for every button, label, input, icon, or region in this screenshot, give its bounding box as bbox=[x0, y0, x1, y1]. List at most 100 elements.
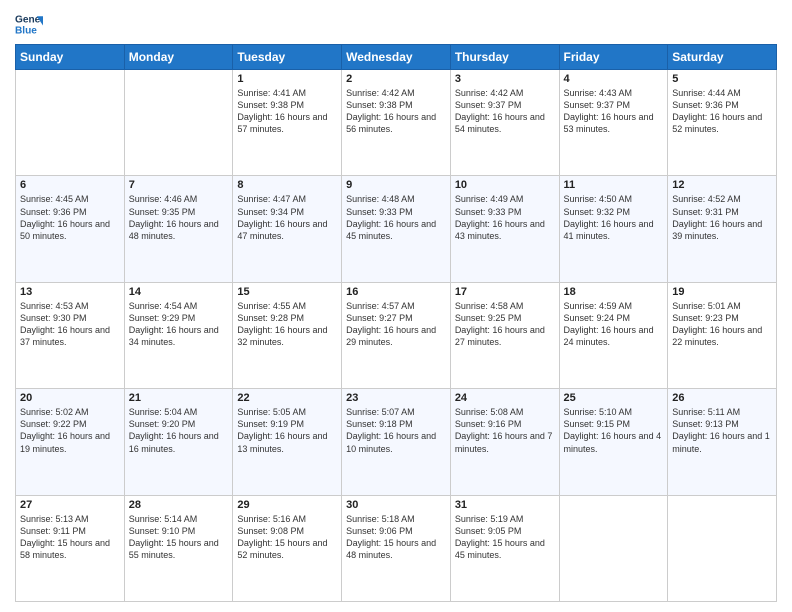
day-info: Sunrise: 4:54 AM Sunset: 9:29 PM Dayligh… bbox=[129, 300, 229, 349]
week-row-2: 6 Sunrise: 4:45 AM Sunset: 9:36 PM Daylig… bbox=[16, 176, 777, 282]
day-number: 10 bbox=[455, 179, 555, 191]
day-number: 25 bbox=[564, 392, 664, 404]
calendar-table: SundayMondayTuesdayWednesdayThursdayFrid… bbox=[15, 44, 777, 602]
day-number: 19 bbox=[672, 286, 772, 298]
day-number: 12 bbox=[672, 179, 772, 191]
day-info: Sunrise: 4:50 AM Sunset: 9:32 PM Dayligh… bbox=[564, 193, 664, 242]
calendar-cell: 17Sunrise: 4:58 AM Sunset: 9:25 PM Dayli… bbox=[450, 282, 559, 388]
calendar-cell: 8 Sunrise: 4:47 AM Sunset: 9:34 PM Daylig… bbox=[233, 176, 342, 282]
weekday-header-row: SundayMondayTuesdayWednesdayThursdayFrid… bbox=[16, 45, 777, 70]
day-info: Sunrise: 5:08 AM Sunset: 9:16 PM Dayligh… bbox=[455, 406, 555, 455]
calendar-cell: 26 Sunrise: 5:11 AM Sunset: 9:13 PM Dayli… bbox=[668, 389, 777, 495]
day-number: 14 bbox=[129, 286, 229, 298]
day-info: Sunrise: 4:47 AM Sunset: 9:34 PM Dayligh… bbox=[237, 193, 337, 242]
day-info: Sunrise: 5:13 AM Sunset: 9:11 PM Dayligh… bbox=[20, 513, 120, 562]
day-info: Sunrise: 4:49 AM Sunset: 9:33 PM Dayligh… bbox=[455, 193, 555, 242]
calendar-cell: 30 Sunrise: 5:18 AM Sunset: 9:06 PM Dayli… bbox=[342, 495, 451, 601]
calendar-cell bbox=[668, 495, 777, 601]
day-number: 20 bbox=[20, 392, 120, 404]
day-number: 16 bbox=[346, 286, 446, 298]
calendar-cell: 25 Sunrise: 5:10 AM Sunset: 9:15 PM Dayli… bbox=[559, 389, 668, 495]
calendar-cell: 27Sunrise: 5:13 AM Sunset: 9:11 PM Dayli… bbox=[16, 495, 125, 601]
day-number: 3 bbox=[455, 73, 555, 85]
week-row-3: 13Sunrise: 4:53 AM Sunset: 9:30 PM Dayli… bbox=[16, 282, 777, 388]
svg-text:General: General bbox=[15, 14, 43, 25]
logo: General Blue bbox=[15, 10, 43, 38]
calendar-cell: 28 Sunrise: 5:14 AM Sunset: 9:10 PM Dayli… bbox=[124, 495, 233, 601]
day-info: Sunrise: 4:43 AM Sunset: 9:37 PM Dayligh… bbox=[564, 87, 664, 136]
day-number: 15 bbox=[237, 286, 337, 298]
calendar-cell: 15Sunrise: 4:55 AM Sunset: 9:28 PM Dayli… bbox=[233, 282, 342, 388]
day-number: 17 bbox=[455, 286, 555, 298]
day-info: Sunrise: 4:45 AM Sunset: 9:36 PM Dayligh… bbox=[20, 193, 120, 242]
day-info: Sunrise: 5:14 AM Sunset: 9:10 PM Dayligh… bbox=[129, 513, 229, 562]
calendar-cell: 24 Sunrise: 5:08 AM Sunset: 9:16 PM Dayli… bbox=[450, 389, 559, 495]
calendar-cell: 6 Sunrise: 4:45 AM Sunset: 9:36 PM Daylig… bbox=[16, 176, 125, 282]
calendar-cell: 23 Sunrise: 5:07 AM Sunset: 9:18 PM Dayli… bbox=[342, 389, 451, 495]
calendar-cell: 3Sunrise: 4:42 AM Sunset: 9:37 PM Daylig… bbox=[450, 70, 559, 176]
day-info: Sunrise: 5:18 AM Sunset: 9:06 PM Dayligh… bbox=[346, 513, 446, 562]
calendar-cell bbox=[124, 70, 233, 176]
week-row-1: 1 Sunrise: 4:41 AM Sunset: 9:38 PM Daylig… bbox=[16, 70, 777, 176]
calendar-cell: 2Sunrise: 4:42 AM Sunset: 9:38 PM Daylig… bbox=[342, 70, 451, 176]
day-info: Sunrise: 5:11 AM Sunset: 9:13 PM Dayligh… bbox=[672, 406, 772, 455]
week-row-5: 27Sunrise: 5:13 AM Sunset: 9:11 PM Dayli… bbox=[16, 495, 777, 601]
day-info: Sunrise: 5:01 AM Sunset: 9:23 PM Dayligh… bbox=[672, 300, 772, 349]
day-info: Sunrise: 4:46 AM Sunset: 9:35 PM Dayligh… bbox=[129, 193, 229, 242]
calendar-cell: 13Sunrise: 4:53 AM Sunset: 9:30 PM Dayli… bbox=[16, 282, 125, 388]
page: General Blue SundayMondayTuesdayWednesda… bbox=[0, 0, 792, 612]
day-number: 21 bbox=[129, 392, 229, 404]
calendar-cell: 5Sunrise: 4:44 AM Sunset: 9:36 PM Daylig… bbox=[668, 70, 777, 176]
calendar-cell: 31Sunrise: 5:19 AM Sunset: 9:05 PM Dayli… bbox=[450, 495, 559, 601]
weekday-header-thursday: Thursday bbox=[450, 45, 559, 70]
day-info: Sunrise: 4:57 AM Sunset: 9:27 PM Dayligh… bbox=[346, 300, 446, 349]
day-info: Sunrise: 4:52 AM Sunset: 9:31 PM Dayligh… bbox=[672, 193, 772, 242]
day-number: 24 bbox=[455, 392, 555, 404]
day-number: 22 bbox=[237, 392, 337, 404]
week-row-4: 20 Sunrise: 5:02 AM Sunset: 9:22 PM Dayli… bbox=[16, 389, 777, 495]
day-number: 30 bbox=[346, 499, 446, 511]
day-number: 26 bbox=[672, 392, 772, 404]
calendar-cell: 22 Sunrise: 5:05 AM Sunset: 9:19 PM Dayli… bbox=[233, 389, 342, 495]
calendar-cell: 21 Sunrise: 5:04 AM Sunset: 9:20 PM Dayli… bbox=[124, 389, 233, 495]
day-info: Sunrise: 5:10 AM Sunset: 9:15 PM Dayligh… bbox=[564, 406, 664, 455]
day-info: Sunrise: 4:48 AM Sunset: 9:33 PM Dayligh… bbox=[346, 193, 446, 242]
svg-text:Blue: Blue bbox=[15, 25, 37, 36]
day-info: Sunrise: 4:59 AM Sunset: 9:24 PM Dayligh… bbox=[564, 300, 664, 349]
day-info: Sunrise: 4:41 AM Sunset: 9:38 PM Dayligh… bbox=[237, 87, 337, 136]
calendar-cell: 4 Sunrise: 4:43 AM Sunset: 9:37 PM Daylig… bbox=[559, 70, 668, 176]
day-number: 13 bbox=[20, 286, 120, 298]
day-number: 1 bbox=[237, 73, 337, 85]
calendar-cell: 7Sunrise: 4:46 AM Sunset: 9:35 PM Daylig… bbox=[124, 176, 233, 282]
day-info: Sunrise: 5:04 AM Sunset: 9:20 PM Dayligh… bbox=[129, 406, 229, 455]
calendar-cell: 1 Sunrise: 4:41 AM Sunset: 9:38 PM Daylig… bbox=[233, 70, 342, 176]
weekday-header-friday: Friday bbox=[559, 45, 668, 70]
day-number: 29 bbox=[237, 499, 337, 511]
day-info: Sunrise: 5:07 AM Sunset: 9:18 PM Dayligh… bbox=[346, 406, 446, 455]
calendar-cell: 9Sunrise: 4:48 AM Sunset: 9:33 PM Daylig… bbox=[342, 176, 451, 282]
day-number: 11 bbox=[564, 179, 664, 191]
weekday-header-monday: Monday bbox=[124, 45, 233, 70]
calendar-cell bbox=[559, 495, 668, 601]
calendar-cell bbox=[16, 70, 125, 176]
calendar-cell: 19 Sunrise: 5:01 AM Sunset: 9:23 PM Dayli… bbox=[668, 282, 777, 388]
day-number: 28 bbox=[129, 499, 229, 511]
day-number: 4 bbox=[564, 73, 664, 85]
day-number: 8 bbox=[237, 179, 337, 191]
calendar-cell: 11 Sunrise: 4:50 AM Sunset: 9:32 PM Dayli… bbox=[559, 176, 668, 282]
day-info: Sunrise: 5:02 AM Sunset: 9:22 PM Dayligh… bbox=[20, 406, 120, 455]
day-info: Sunrise: 4:44 AM Sunset: 9:36 PM Dayligh… bbox=[672, 87, 772, 136]
day-number: 23 bbox=[346, 392, 446, 404]
weekday-header-tuesday: Tuesday bbox=[233, 45, 342, 70]
day-number: 31 bbox=[455, 499, 555, 511]
logo-icon: General Blue bbox=[15, 10, 43, 38]
weekday-header-wednesday: Wednesday bbox=[342, 45, 451, 70]
calendar-cell: 12 Sunrise: 4:52 AM Sunset: 9:31 PM Dayli… bbox=[668, 176, 777, 282]
day-number: 18 bbox=[564, 286, 664, 298]
calendar-cell: 20 Sunrise: 5:02 AM Sunset: 9:22 PM Dayli… bbox=[16, 389, 125, 495]
day-number: 2 bbox=[346, 73, 446, 85]
day-number: 6 bbox=[20, 179, 120, 191]
weekday-header-saturday: Saturday bbox=[668, 45, 777, 70]
day-info: Sunrise: 5:05 AM Sunset: 9:19 PM Dayligh… bbox=[237, 406, 337, 455]
calendar-cell: 14 Sunrise: 4:54 AM Sunset: 9:29 PM Dayli… bbox=[124, 282, 233, 388]
